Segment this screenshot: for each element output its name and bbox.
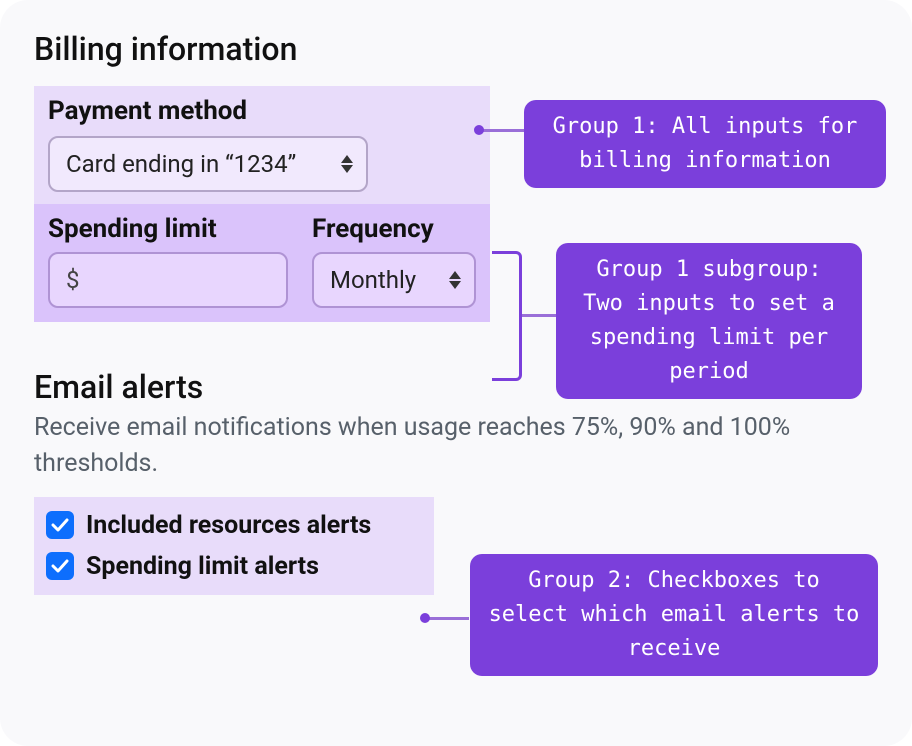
payment-method-block: Payment method Card ending in “1234” — [34, 86, 490, 204]
spending-limit-col: Spending limit $ — [48, 214, 288, 308]
select-sort-icon — [448, 271, 462, 289]
spending-limit-subgroup: Spending limit $ Frequency Monthly — [34, 204, 490, 322]
checkbox-row: Spending limit alerts — [44, 546, 424, 587]
email-alerts-description: Receive email notifications when usage r… — [34, 410, 854, 483]
callout-group1: Group 1: All inputs for billing informat… — [524, 100, 886, 188]
billing-group: Payment method Card ending in “1234” Spe… — [34, 86, 490, 322]
checkbox-spending-limit[interactable] — [46, 552, 74, 580]
frequency-col: Frequency Monthly — [312, 214, 476, 308]
checkbox-label: Included resources alerts — [86, 511, 371, 540]
currency-prefix: $ — [66, 266, 80, 294]
checkbox-label: Spending limit alerts — [86, 552, 319, 581]
payment-method-value: Card ending in “1234” — [66, 150, 296, 178]
payment-method-select[interactable]: Card ending in “1234” — [48, 136, 368, 192]
checkbox-included-resources[interactable] — [46, 511, 74, 539]
spending-limit-input[interactable]: $ — [48, 252, 288, 308]
billing-settings-card: Billing information Payment method Card … — [0, 0, 912, 746]
email-alerts-group: Included resources alerts Spending limit… — [34, 497, 434, 595]
select-sort-icon — [340, 155, 354, 173]
bracket-icon — [492, 251, 522, 381]
connector-line — [522, 314, 556, 317]
checkbox-row: Included resources alerts — [44, 505, 424, 546]
callout-group2: Group 2: Checkboxes to select which emai… — [470, 554, 878, 676]
callout-group1-sub: Group 1 subgroup: Two inputs to set a sp… — [556, 243, 862, 399]
connector-line — [426, 617, 469, 620]
frequency-select[interactable]: Monthly — [312, 252, 476, 308]
billing-title: Billing information — [34, 30, 878, 68]
spending-limit-label: Spending limit — [48, 214, 288, 244]
payment-method-label: Payment method — [48, 96, 476, 126]
connector-line — [480, 129, 524, 132]
frequency-value: Monthly — [330, 266, 416, 294]
frequency-label: Frequency — [312, 214, 476, 244]
